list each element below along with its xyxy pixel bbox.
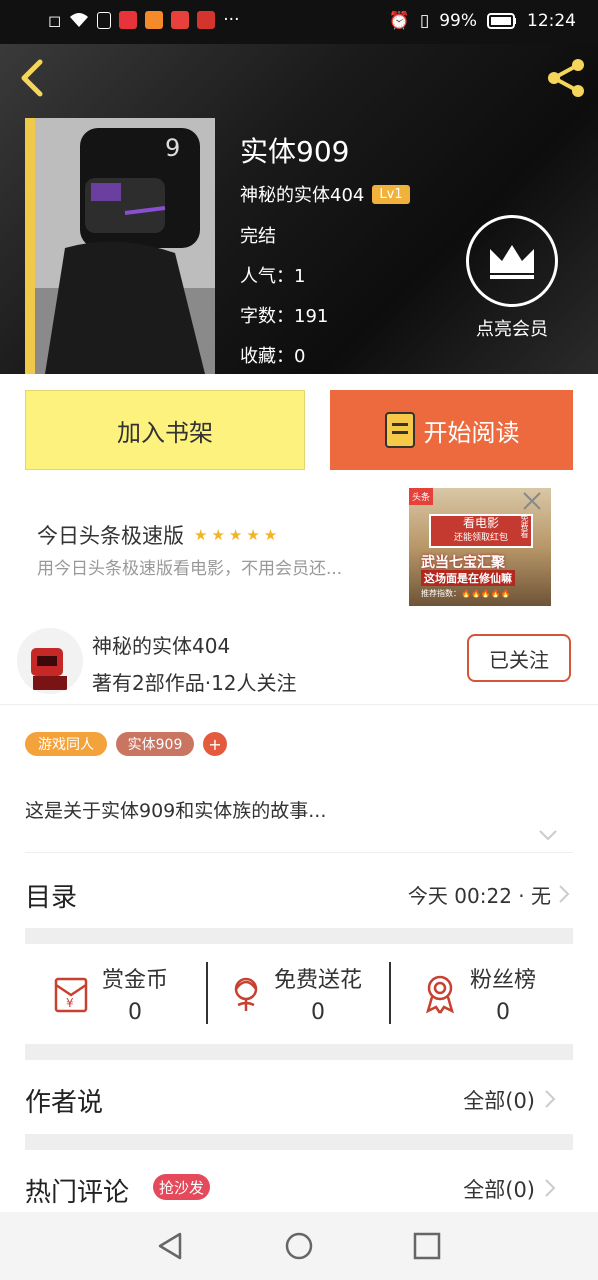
divider bbox=[25, 1134, 573, 1150]
reward-coins-value: 0 bbox=[128, 999, 142, 1025]
ad-description: 用今日头条极速版看电影，不用会员还... bbox=[37, 559, 343, 579]
tag-game-fanfic[interactable]: 游戏同人 bbox=[25, 732, 107, 756]
more-notifications: ··· bbox=[223, 10, 240, 30]
hot-comments-row[interactable]: 热门评论 抢沙发 全部(0) bbox=[25, 1150, 573, 1212]
fan-ranking-value: 0 bbox=[496, 999, 510, 1025]
flower-icon bbox=[234, 977, 258, 1011]
back-nav-icon[interactable] bbox=[156, 1231, 186, 1261]
divider bbox=[25, 928, 573, 944]
sim-alert-icon: ◻ bbox=[48, 10, 62, 30]
ad-img-line4: 这场面是在修仙嘛 bbox=[421, 570, 515, 586]
app-play-icon bbox=[145, 11, 164, 29]
wifi-icon bbox=[70, 13, 89, 27]
status-bar: ◻ ··· ⏰ ▯ 99% 12:24 bbox=[0, 0, 598, 44]
vip-membership-button[interactable]: 点亮会员 bbox=[466, 215, 558, 341]
add-to-shelf-button[interactable]: 加入书架 bbox=[25, 390, 305, 470]
book-title: 实体909 bbox=[240, 135, 350, 168]
book-description: 这是关于实体909和实体族的故事... bbox=[25, 800, 327, 822]
close-icon[interactable] bbox=[521, 490, 543, 512]
chevron-right-icon bbox=[545, 1090, 556, 1108]
ad-banner[interactable]: 今日头条极速版 ★★★★★ 用今日头条极速版看电影，不用会员还... 头条 看电… bbox=[25, 488, 573, 614]
book-icon bbox=[384, 412, 415, 448]
author-says-title: 作者说 bbox=[25, 1088, 104, 1118]
add-tag-button[interactable]: + bbox=[203, 732, 227, 756]
share-icon[interactable] bbox=[544, 56, 588, 100]
ad-image[interactable]: 头条 看电影 还能领取红包 免费看 武当七宝汇聚 这场面是在修仙嘛 推荐指数：🔥… bbox=[409, 488, 551, 606]
author-says-all[interactable]: 全部(0) bbox=[463, 1085, 535, 1115]
ad-title-row: 今日头条极速版 ★★★★★ bbox=[37, 520, 281, 550]
divider bbox=[389, 962, 391, 1024]
book-status: 完结 bbox=[240, 226, 276, 247]
ad-img-line3: 武当七宝汇聚 bbox=[421, 555, 505, 571]
recents-nav-icon[interactable] bbox=[412, 1231, 442, 1261]
toc-update: 今天 00:22 · 无 bbox=[407, 884, 551, 908]
author-name[interactable]: 神秘的实体404 bbox=[92, 630, 230, 659]
file-icon bbox=[97, 11, 112, 29]
book-word-count: 字数：191 bbox=[240, 306, 329, 327]
book-cover: 9 bbox=[25, 118, 215, 374]
level-badge: Lv1 bbox=[372, 184, 410, 204]
author-stats: 著有2部作品·12人关注 bbox=[92, 671, 297, 695]
crown-icon bbox=[466, 215, 558, 307]
ad-img-line2: 还能领取红包 bbox=[453, 533, 508, 543]
chevron-right-icon bbox=[559, 885, 570, 903]
app-red-icon bbox=[119, 11, 138, 29]
avatar[interactable] bbox=[17, 628, 83, 694]
toc-title: 目录 bbox=[25, 883, 78, 913]
toc-row[interactable]: 目录 今天 00:22 · 无 bbox=[25, 852, 573, 931]
vibrate-icon: ▯ bbox=[419, 11, 430, 31]
author-row[interactable]: 神秘的实体404 著有2部作品·12人关注 已关注 bbox=[0, 620, 598, 705]
ad-movie-box: 看电影 还能领取红包 bbox=[429, 514, 533, 548]
tag-entity-909[interactable]: 实体909 bbox=[116, 732, 194, 756]
follow-button[interactable]: 已关注 bbox=[467, 634, 571, 682]
ad-badge: 头条 bbox=[409, 488, 434, 505]
chevron-right-icon bbox=[545, 1179, 556, 1197]
fan-ranking-label: 粉丝榜 bbox=[470, 967, 537, 993]
hot-comments-title: 热门评论 bbox=[25, 1178, 130, 1208]
alarm-icon: ⏰ bbox=[388, 11, 410, 31]
divider bbox=[25, 1044, 573, 1060]
ad-title: 今日头条极速版 bbox=[37, 524, 184, 548]
ad-free: 免费看 bbox=[520, 514, 529, 538]
author-says-row[interactable]: 作者说 全部(0) bbox=[25, 1060, 573, 1134]
book-author[interactable]: 神秘的实体404 bbox=[240, 181, 364, 207]
back-icon[interactable] bbox=[18, 58, 46, 98]
battery-icon bbox=[487, 13, 516, 29]
book-author-line[interactable]: 神秘的实体404 Lv1 bbox=[240, 181, 410, 207]
ad-rating-stars: ★★★★★ bbox=[194, 526, 282, 544]
reward-coins-button[interactable]: ¥ 赏金币 0 bbox=[52, 958, 168, 1028]
hot-comments-all[interactable]: 全部(0) bbox=[463, 1174, 535, 1204]
svg-text:¥: ¥ bbox=[66, 996, 74, 1010]
home-nav-icon[interactable] bbox=[284, 1231, 314, 1261]
red-envelope-icon: ¥ bbox=[54, 977, 88, 1013]
svg-text:9: 9 bbox=[165, 134, 180, 162]
ad-img-line5: 推荐指数：🔥🔥🔥🔥🔥 bbox=[421, 589, 511, 598]
start-reading-button[interactable]: 开始阅读 bbox=[330, 390, 573, 470]
vip-label: 点亮会员 bbox=[476, 319, 548, 340]
reward-coins-label: 赏金币 bbox=[102, 967, 169, 993]
battery-percent: 99% bbox=[439, 11, 477, 31]
system-nav-bar bbox=[0, 1212, 598, 1280]
book-collections: 收藏：0 bbox=[240, 346, 306, 367]
send-flowers-value: 0 bbox=[311, 999, 325, 1025]
send-flowers-label: 免费送花 bbox=[274, 967, 363, 993]
clock: 12:24 bbox=[527, 11, 576, 31]
app-huawei-icon bbox=[197, 11, 216, 29]
start-reading-label: 开始阅读 bbox=[423, 418, 520, 447]
fan-ranking-button[interactable]: 粉丝榜 0 bbox=[418, 958, 536, 1028]
medal-icon bbox=[426, 975, 454, 1014]
toutiao-icon bbox=[171, 11, 190, 29]
send-flowers-button[interactable]: 免费送花 0 bbox=[224, 958, 362, 1028]
chevron-down-icon[interactable] bbox=[538, 828, 558, 842]
ad-img-line1: 看电影 bbox=[462, 516, 499, 530]
divider bbox=[206, 962, 208, 1024]
sofa-badge: 抢沙发 bbox=[153, 1174, 211, 1200]
book-popularity: 人气：1 bbox=[240, 266, 306, 287]
